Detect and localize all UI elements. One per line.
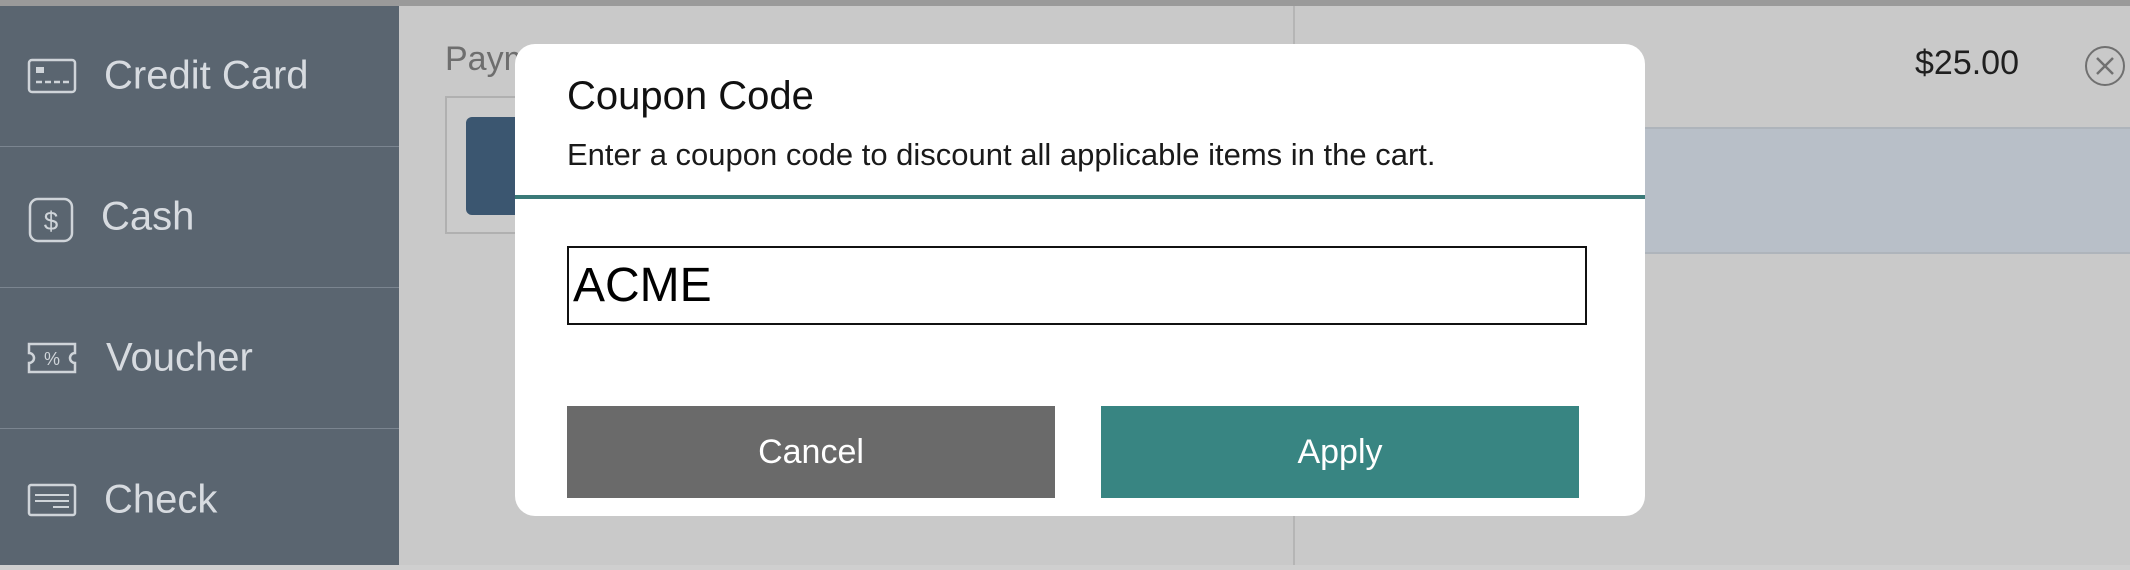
- cancel-button[interactable]: Cancel: [567, 406, 1055, 498]
- coupon-code-dialog: Coupon Code Enter a coupon code to disco…: [515, 44, 1645, 516]
- check-icon: [27, 480, 77, 520]
- sidebar-item-credit-card[interactable]: Credit Card: [0, 6, 399, 147]
- sidebar-item-label: Voucher: [106, 335, 253, 380]
- coupon-code-input[interactable]: [567, 246, 1587, 325]
- dialog-title: Coupon Code: [567, 74, 814, 118]
- sidebar-item-label: Credit Card: [104, 53, 309, 98]
- apply-button[interactable]: Apply: [1101, 406, 1579, 498]
- sidebar-item-check[interactable]: Check: [0, 429, 399, 570]
- dialog-divider: [515, 195, 1645, 199]
- sidebar-item-label: Cash: [101, 194, 195, 239]
- sidebar-item-voucher[interactable]: % Voucher: [0, 288, 399, 429]
- line-item-price: $25.00: [1915, 44, 2019, 82]
- sidebar-item-cash[interactable]: $ Cash: [0, 147, 399, 288]
- payment-method-sidebar: Credit Card $ Cash % Voucher Check: [0, 6, 399, 565]
- close-circle-icon[interactable]: [2085, 46, 2125, 86]
- sidebar-item-label: Check: [104, 477, 218, 521]
- dialog-description: Enter a coupon code to discount all appl…: [567, 137, 1436, 172]
- dollar-icon: $: [27, 197, 77, 243]
- svg-text:%: %: [44, 349, 60, 369]
- credit-card-icon: [27, 56, 77, 96]
- svg-text:$: $: [44, 206, 59, 236]
- voucher-percent-icon: %: [27, 338, 77, 378]
